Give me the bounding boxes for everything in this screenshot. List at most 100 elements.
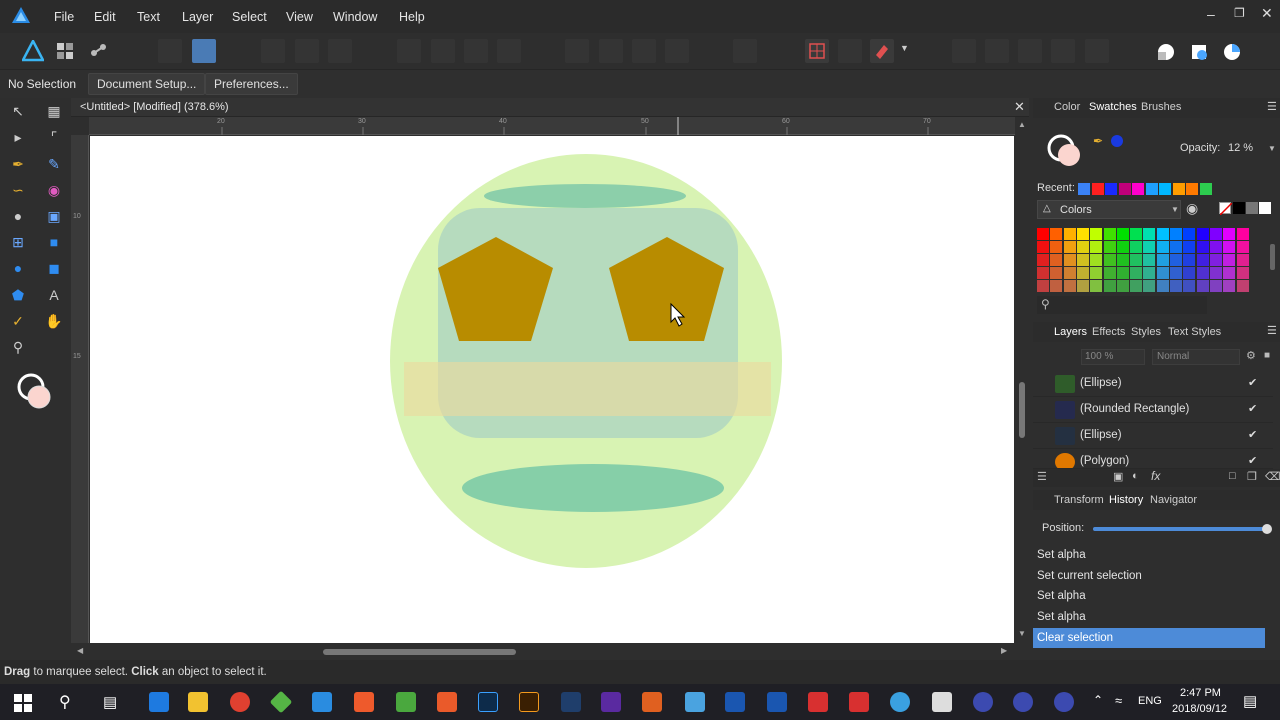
distribute-icon[interactable] (295, 39, 319, 63)
color-swatch[interactable] (1130, 254, 1143, 266)
app-orange-icon[interactable] (642, 692, 662, 712)
boolean-divide-icon[interactable] (497, 39, 521, 63)
designer-persona-icon[interactable] (22, 40, 44, 62)
color-swatch[interactable] (1236, 241, 1249, 253)
app-v1-icon[interactable] (725, 692, 745, 712)
color-swatch[interactable] (1076, 267, 1089, 279)
search-taskbar-icon[interactable]: ⚲ (59, 692, 71, 712)
color-swatch[interactable] (1143, 228, 1156, 240)
color-swatch[interactable] (1090, 241, 1103, 253)
color-swatch[interactable] (1170, 280, 1182, 292)
color-swatch[interactable] (1156, 228, 1169, 240)
color-swatch[interactable] (1223, 280, 1236, 292)
document-setup-button[interactable]: Document Setup... (88, 73, 206, 95)
color-swatch[interactable] (1196, 280, 1209, 292)
black-swatch[interactable] (1233, 202, 1245, 214)
color-swatch[interactable] (1116, 254, 1129, 266)
app-s-blue-icon[interactable] (312, 692, 332, 712)
ellipse-tool-icon[interactable]: ● (8, 258, 28, 278)
grid-icon[interactable] (805, 39, 829, 63)
visibility-check-icon[interactable]: ✔ (1248, 428, 1257, 441)
app-circle2-icon[interactable] (1013, 692, 1033, 712)
fill-stroke-icon[interactable] (17, 373, 55, 411)
color-swatch[interactable] (1116, 267, 1129, 279)
move-tool-icon[interactable]: ↖ (8, 101, 28, 121)
duplicate-layer-icon[interactable]: ❐ (1247, 470, 1257, 483)
snap-dropdown-icon[interactable]: ▼ (900, 43, 909, 53)
preferences-button[interactable]: Preferences... (205, 73, 298, 95)
snapping-icon[interactable] (192, 39, 216, 63)
app-circle3-icon[interactable] (1054, 692, 1074, 712)
menu-text[interactable]: Text (137, 10, 160, 24)
color-swatch[interactable] (1209, 228, 1222, 240)
color-swatch[interactable] (1170, 241, 1182, 253)
fx-icon[interactable]: fx (1151, 469, 1160, 483)
position-slider[interactable] (1093, 524, 1272, 534)
task-view-icon[interactable]: ▤ (103, 693, 117, 711)
color-swatch[interactable] (1116, 228, 1129, 240)
tab-layers[interactable]: Layers (1054, 326, 1087, 338)
color-swatch[interactable] (1050, 241, 1063, 253)
history-item[interactable]: Set alpha (1033, 545, 1265, 565)
color-swatch[interactable] (1050, 280, 1063, 292)
mode-normal-icon[interactable] (1156, 42, 1176, 62)
align-icon[interactable] (261, 39, 285, 63)
menu-view[interactable]: View (286, 10, 313, 24)
horizontal-scrollbar[interactable]: ◀ ▶ (71, 643, 1015, 660)
recent-swatch[interactable] (1199, 183, 1212, 195)
color-swatch[interactable] (1183, 280, 1196, 292)
color-swatch[interactable] (1209, 280, 1222, 292)
app-c-icon[interactable] (437, 692, 457, 712)
color-swatch[interactable] (1209, 241, 1222, 253)
horizontal-scroll-thumb[interactable] (323, 649, 516, 655)
camtasia-icon[interactable] (396, 692, 416, 712)
color-swatch[interactable] (1130, 241, 1143, 253)
app-red1-icon[interactable] (808, 692, 828, 712)
toolbar-disabled-icon[interactable] (158, 39, 182, 63)
polygon-tool-icon[interactable]: ⬟ (8, 285, 28, 305)
color-swatch[interactable] (1183, 254, 1196, 266)
brush-tool-icon[interactable]: ∽ (8, 180, 28, 200)
fill-tool-icon[interactable]: ◉ (44, 180, 64, 200)
color-swatch[interactable] (1037, 254, 1049, 266)
color-swatch[interactable] (1063, 254, 1076, 266)
arrange-icon[interactable] (565, 39, 589, 63)
color-swatch[interactable] (1090, 254, 1103, 266)
pixel-persona-icon[interactable] (55, 41, 75, 61)
color-swatch[interactable] (1196, 267, 1209, 279)
color-swatch[interactable] (1209, 267, 1222, 279)
color-swatch[interactable] (1223, 241, 1236, 253)
add-layer-icon[interactable]: □ (1229, 470, 1236, 482)
canvas[interactable] (90, 136, 1014, 643)
color-swatch[interactable] (1170, 254, 1182, 266)
color-swatch[interactable] (1143, 254, 1156, 266)
menu-window[interactable]: Window (333, 10, 377, 24)
mode-inside-icon[interactable] (1222, 42, 1242, 62)
color-swatch[interactable] (1063, 280, 1076, 292)
color-swatch[interactable] (1156, 280, 1169, 292)
swatch-scroll-thumb[interactable] (1270, 244, 1275, 270)
color-swatch[interactable] (1090, 267, 1103, 279)
layer-row[interactable]: (Rounded Rectangle) ✔ (1033, 397, 1273, 423)
tray-chevron-icon[interactable]: ⌃ (1093, 693, 1103, 707)
scroll-left-icon[interactable]: ◀ (77, 646, 83, 655)
color-swatch[interactable] (1183, 267, 1196, 279)
app-s-orange-icon[interactable] (354, 692, 374, 712)
color-swatch[interactable] (1076, 241, 1089, 253)
arrange-forward-icon[interactable] (599, 39, 623, 63)
flip-v-icon[interactable] (665, 39, 689, 63)
recent-swatch[interactable] (1078, 183, 1090, 195)
color-swatch[interactable] (1223, 267, 1236, 279)
color-swatch[interactable] (1103, 267, 1116, 279)
none-swatch[interactable] (1219, 202, 1233, 216)
affinity-photo-icon[interactable] (601, 692, 621, 712)
language-indicator[interactable]: ENG (1138, 695, 1162, 707)
pen-tool-icon[interactable]: ✒ (8, 154, 28, 174)
visibility-check-icon[interactable]: ✔ (1248, 376, 1257, 389)
place-image-icon[interactable]: ▣ (44, 206, 64, 226)
color-swatch[interactable] (1196, 241, 1209, 253)
position-slider-knob[interactable] (1262, 524, 1272, 534)
recent-swatch[interactable] (1186, 183, 1198, 195)
export-persona-icon[interactable] (88, 41, 108, 61)
color-swatch[interactable] (1063, 228, 1076, 240)
